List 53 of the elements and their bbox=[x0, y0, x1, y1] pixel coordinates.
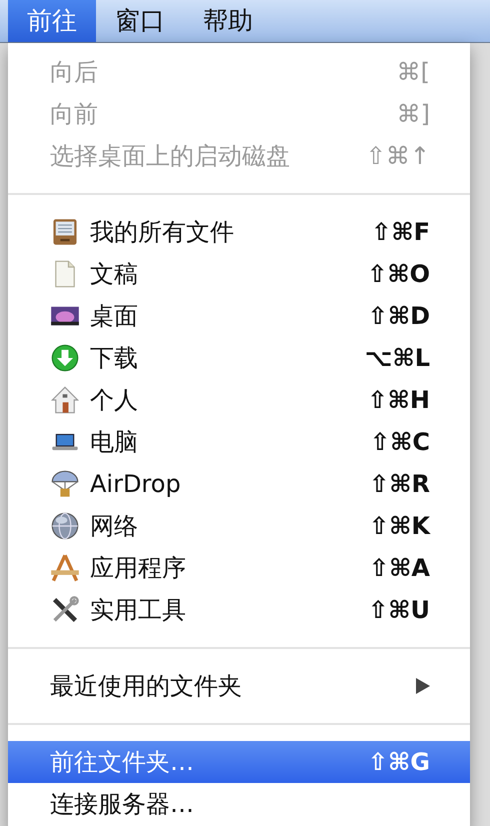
keyboard-shortcut: ⇧⌘U bbox=[368, 596, 430, 624]
menu-item-label: 桌面 bbox=[90, 301, 138, 332]
menu-item[interactable]: 应用程序 ⇧⌘A bbox=[8, 547, 470, 589]
keyboard-shortcut: ⌥⌘L bbox=[364, 344, 430, 372]
menu-item[interactable]: 我的所有文件 ⇧⌘F bbox=[8, 211, 470, 253]
keyboard-shortcut: ⌘] bbox=[396, 100, 430, 128]
house-icon bbox=[50, 385, 80, 415]
menu-item[interactable]: AirDrop ⇧⌘R bbox=[8, 463, 470, 505]
menu-bar-item[interactable]: 帮助 bbox=[184, 0, 272, 42]
keyboard-shortcut: ⇧⌘H bbox=[368, 386, 430, 414]
keyboard-shortcut: ⇧⌘F bbox=[371, 218, 430, 246]
menu-item-label: 网络 bbox=[90, 511, 138, 542]
menu-item-label: 下载 bbox=[90, 343, 138, 374]
keyboard-shortcut: ⇧⌘O bbox=[367, 260, 430, 288]
keyboard-shortcut: ⇧⌘C bbox=[370, 428, 430, 456]
menu-item-label: 前往文件夹… bbox=[50, 747, 194, 778]
globe-icon bbox=[50, 511, 80, 541]
submenu-arrow-icon bbox=[416, 678, 430, 694]
menu-item[interactable]: 实用工具 ⇧⌘U bbox=[8, 589, 470, 631]
menu-item[interactable]: 电脑 ⇧⌘C bbox=[8, 421, 470, 463]
menu-item-label: 电脑 bbox=[90, 427, 138, 458]
menu-item-label: AirDrop bbox=[90, 470, 181, 498]
tools-icon bbox=[50, 595, 80, 625]
menu-item[interactable]: 最近使用的文件夹 bbox=[8, 665, 470, 707]
menu-item-label: 连接服务器… bbox=[50, 789, 194, 820]
menu-item[interactable]: 连接服务器… bbox=[8, 783, 470, 825]
download-icon bbox=[50, 343, 80, 373]
menu-item[interactable]: 前往文件夹… ⇧⌘G bbox=[8, 741, 470, 783]
menu-item-label: 实用工具 bbox=[90, 595, 186, 626]
menu-item-label: 向前 bbox=[50, 99, 98, 130]
parachute-icon bbox=[50, 469, 80, 499]
keyboard-shortcut: ⌘[ bbox=[396, 58, 430, 86]
menu-item-label: 我的所有文件 bbox=[90, 217, 234, 248]
menu-item-label: 最近使用的文件夹 bbox=[50, 671, 242, 702]
menu-item-label: 选择桌面上的启动磁盘 bbox=[50, 141, 290, 172]
keyboard-shortcut: ⇧⌘K bbox=[369, 512, 430, 540]
menu-item[interactable]: 桌面 ⇧⌘D bbox=[8, 295, 470, 337]
menu-item[interactable]: 个人 ⇧⌘H bbox=[8, 379, 470, 421]
menu-item-label: 应用程序 bbox=[90, 553, 186, 584]
menu-item[interactable]: 文稿 ⇧⌘O bbox=[8, 253, 470, 295]
menu-bar-item[interactable]: 窗口 bbox=[96, 0, 184, 42]
keyboard-shortcut: ⇧⌘R bbox=[369, 470, 430, 498]
pencil-ruler-icon bbox=[50, 553, 80, 583]
menu-item-label: 个人 bbox=[90, 385, 138, 416]
menu-item-label: 文稿 bbox=[90, 259, 138, 290]
keyboard-shortcut: ⇧⌘A bbox=[369, 554, 430, 582]
menu-item[interactable]: 网络 ⇧⌘K bbox=[8, 505, 470, 547]
keyboard-shortcut: ⇧⌘D bbox=[368, 302, 430, 330]
keyboard-shortcut: ⇧⌘G bbox=[368, 748, 430, 776]
menu-item-label: 向后 bbox=[50, 57, 98, 88]
menu-bar-item[interactable]: 前往 bbox=[8, 0, 96, 42]
keyboard-shortcut: ⇧⌘↑ bbox=[366, 142, 430, 170]
menu-item[interactable]: 下载 ⌥⌘L bbox=[8, 337, 470, 379]
